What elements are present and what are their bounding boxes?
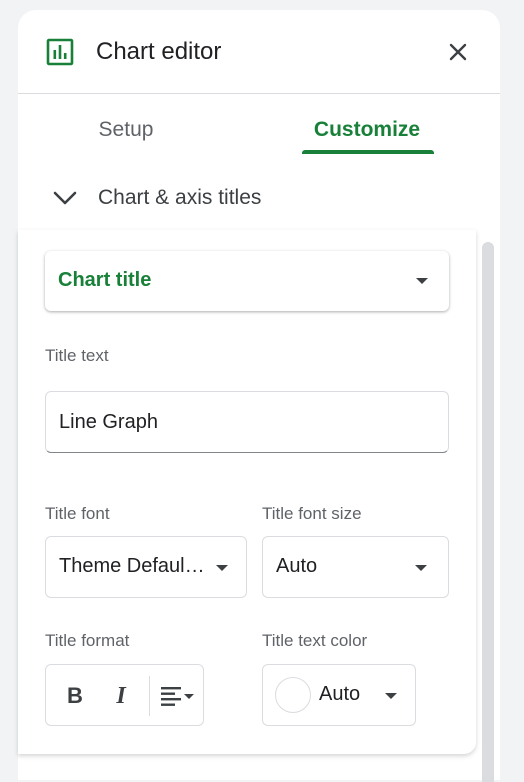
close-button[interactable] — [444, 38, 472, 66]
color-swatch — [275, 677, 311, 713]
dropdown-arrow-icon — [385, 693, 397, 699]
active-tab-indicator — [302, 150, 434, 154]
text-align-dropdown[interactable] — [156, 679, 200, 713]
title-text-color-value: Auto — [319, 683, 361, 705]
title-target-dropdown[interactable]: Chart title — [45, 251, 449, 311]
bold-button[interactable]: B — [58, 679, 92, 713]
title-text-color-label: Title text color — [262, 631, 368, 650]
title-text-label: Title text — [45, 346, 109, 365]
chart-icon — [46, 38, 74, 66]
title-target-value: Chart title — [58, 269, 152, 291]
title-format-toolbar: B I — [45, 664, 204, 726]
toolbar-divider — [149, 676, 150, 716]
close-icon — [449, 43, 467, 61]
align-left-icon — [161, 687, 194, 706]
dropdown-arrow-icon — [216, 565, 228, 571]
title-format-label: Title format — [45, 631, 130, 650]
dropdown-arrow-icon — [415, 565, 427, 571]
chart-titles-card: Chart title Title text Title font Theme … — [18, 230, 476, 754]
title-font-size-label: Title font size — [262, 504, 362, 523]
tab-setup[interactable]: Setup — [66, 114, 186, 154]
dropdown-arrow-icon — [416, 278, 428, 284]
chart-editor-panel: Chart editor Setup Customize Chart & axi… — [18, 10, 500, 782]
title-text-color-dropdown[interactable]: Auto — [262, 664, 416, 726]
title-font-dropdown[interactable]: Theme Defaul… — [45, 536, 247, 598]
chevron-down-icon — [53, 191, 77, 205]
title-font-size-dropdown[interactable]: Auto — [262, 536, 449, 598]
bold-icon: B — [67, 683, 83, 708]
italic-button[interactable]: I — [104, 679, 138, 713]
scrollbar[interactable] — [482, 242, 494, 782]
title-text-input[interactable] — [45, 391, 449, 453]
panel-header: Chart editor — [18, 10, 500, 94]
tab-customize[interactable]: Customize — [302, 114, 432, 154]
italic-icon: I — [116, 682, 126, 709]
section-title: Chart & axis titles — [98, 186, 262, 209]
section-toggle-chart-axis-titles[interactable]: Chart & axis titles — [52, 182, 352, 214]
title-font-size-value: Auto — [276, 555, 318, 577]
title-font-value: Theme Defaul… — [59, 555, 205, 577]
panel-title: Chart editor — [96, 38, 222, 65]
title-font-label: Title font — [45, 504, 110, 523]
